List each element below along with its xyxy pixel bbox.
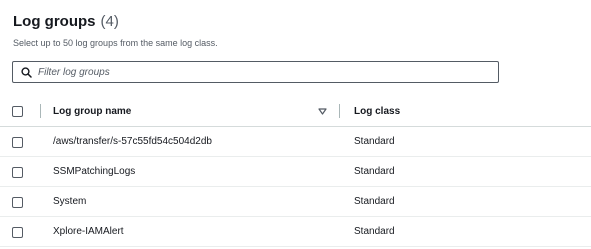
log-group-name-cell: SSMPatchingLogs [53,166,136,177]
table-row[interactable]: /aws/transfer/s-57c55fd54c504d2db Standa… [0,127,591,157]
row-checkbox[interactable] [12,197,23,208]
table-row[interactable]: Xplore-IAMAlert Standard [0,217,591,247]
page-title: Log groups [13,13,96,30]
panel-header: Log groups (4) [13,13,119,30]
row-checkbox[interactable] [12,137,23,148]
row-checkbox[interactable] [12,167,23,178]
select-all-checkbox[interactable] [12,106,23,117]
filter-log-groups-input[interactable] [38,66,478,78]
log-groups-panel: Log groups (4) Select up to 50 log group… [0,0,591,249]
row-checkbox[interactable] [12,227,23,238]
log-class-cell: Standard [354,136,395,147]
log-group-name-cell: /aws/transfer/s-57c55fd54c504d2db [53,136,212,147]
table-row[interactable]: System Standard [0,187,591,217]
log-groups-table: Log group name Log class /aws/transfer/s… [0,96,591,247]
filter-box[interactable] [12,61,499,83]
log-class-cell: Standard [354,226,395,237]
log-group-count: (4) [100,13,119,30]
panel-description: Select up to 50 log groups from the same… [13,38,218,48]
log-class-cell: Standard [354,196,395,207]
column-divider [40,104,41,118]
column-header-log-class[interactable]: Log class [354,106,400,117]
column-header-log-group-name[interactable]: Log group name [53,106,131,117]
search-icon [21,66,32,78]
column-divider[interactable] [339,104,340,118]
caret-down-icon[interactable] [318,108,327,115]
log-group-name-cell: System [53,196,87,207]
table-row[interactable]: SSMPatchingLogs Standard [0,157,591,187]
log-class-cell: Standard [354,166,395,177]
log-group-name-cell: Xplore-IAMAlert [53,226,124,237]
table-header-row: Log group name Log class [0,96,591,127]
